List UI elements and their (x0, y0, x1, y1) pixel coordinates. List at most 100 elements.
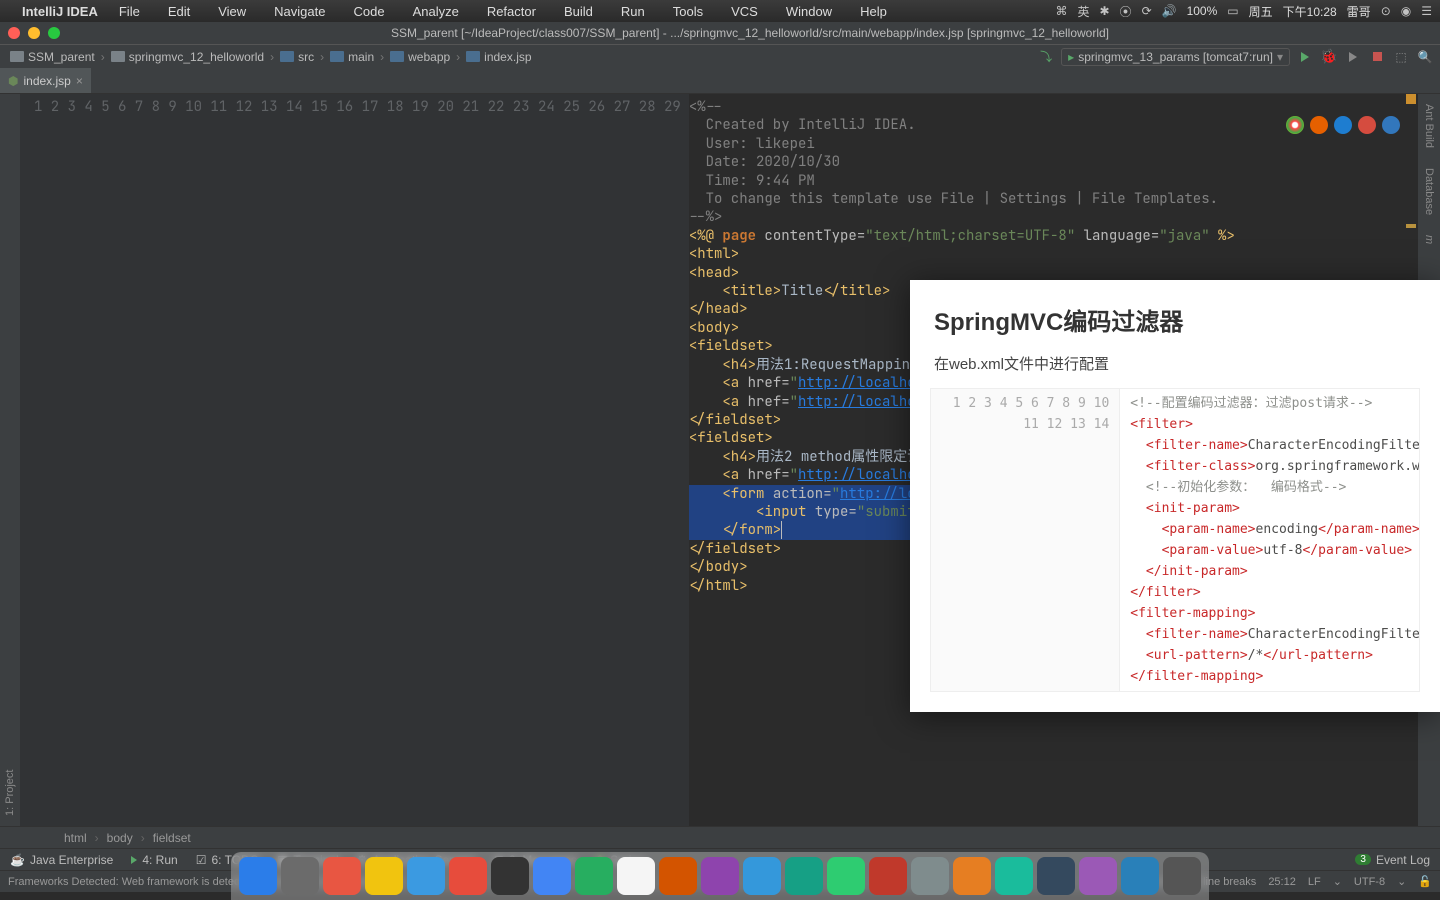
dock-app[interactable] (827, 857, 865, 895)
breadcrumb-item[interactable]: webapp (386, 50, 454, 64)
code-breadcrumb[interactable]: html› body› fieldset (0, 826, 1440, 848)
edge-icon[interactable] (1382, 116, 1400, 134)
run-coverage-button[interactable] (1344, 48, 1362, 66)
menu-icon: ☰ (1421, 4, 1432, 18)
menu-file[interactable]: File (112, 4, 147, 19)
dock-app[interactable] (995, 857, 1033, 895)
code-line[interactable]: <%-- (689, 98, 1418, 116)
safari-icon[interactable] (1334, 116, 1352, 134)
code-line[interactable]: User: likepei (689, 135, 1418, 153)
battery-icon: ▭ (1227, 4, 1238, 18)
dock-app[interactable] (743, 857, 781, 895)
update-button[interactable]: ⬚ (1392, 48, 1410, 66)
mac-menubar: IntelliJ IDEA File Edit View Navigate Code An… (0, 0, 1440, 22)
code-line[interactable]: To change this template use File | Setti… (689, 190, 1418, 208)
code-line[interactable]: <html> (689, 245, 1418, 263)
documentation-popup: SpringMVC编码过滤器 在web.xml文件中进行配置 1 2 3 4 5… (910, 280, 1440, 712)
dock-app[interactable] (323, 857, 361, 895)
breadcrumb-item[interactable]: springmvc_12_helloworld (107, 50, 268, 64)
breadcrumb: SSM_parent›springmvc_12_helloworld›src›m… (0, 44, 1440, 68)
line-gutter: 1 2 3 4 5 6 7 8 9 10 11 12 13 14 15 16 1… (20, 94, 689, 826)
code-line[interactable]: --%> (689, 208, 1418, 226)
breadcrumb-item[interactable]: src (276, 50, 318, 64)
maven-tool-button[interactable]: m (1423, 235, 1435, 244)
close-icon[interactable]: × (76, 74, 83, 88)
breadcrumb-item[interactable]: main (326, 50, 378, 64)
search-icon[interactable]: 🔍 (1416, 48, 1434, 66)
database-tool-button[interactable]: Database (1423, 168, 1435, 215)
dock-app[interactable] (239, 857, 277, 895)
menu-refactor[interactable]: Refactor (480, 4, 543, 19)
window-titlebar: SSM_parent [~/IdeaProject/class007/SSM_p… (0, 22, 1440, 44)
popup-title: SpringMVC编码过滤器 (910, 300, 1440, 349)
menu-vcs[interactable]: VCS (724, 4, 765, 19)
run-config-label: springmvc_13_params [tomcat7:run] (1078, 50, 1273, 64)
run-button[interactable] (1296, 48, 1314, 66)
run-config-select[interactable]: ▸ springmvc_13_params [tomcat7:run] ▾ (1061, 48, 1290, 66)
siri-icon: ◉ (1401, 4, 1411, 18)
left-tool-stripe[interactable]: 1: Project (0, 94, 20, 826)
dock-app[interactable] (1121, 857, 1159, 895)
dock-app[interactable] (1079, 857, 1117, 895)
caret-position: 25:12 (1268, 876, 1296, 888)
menu-view[interactable]: View (211, 4, 253, 19)
dock-app[interactable] (575, 857, 613, 895)
project-tool-button[interactable]: 1: Project (4, 770, 16, 816)
tab-label: index.jsp (23, 74, 70, 88)
editor-tabs: ⬢ index.jsp × (0, 68, 1440, 94)
dock-app[interactable] (617, 857, 655, 895)
dock-app[interactable] (869, 857, 907, 895)
file-encoding[interactable]: UTF-8 (1354, 876, 1385, 888)
menu-analyze[interactable]: Analyze (406, 4, 466, 19)
readonly-icon[interactable]: 🔓 (1418, 875, 1432, 888)
menu-build[interactable]: Build (557, 4, 600, 19)
dock-app[interactable] (785, 857, 823, 895)
dock-app[interactable] (533, 857, 571, 895)
code-line[interactable]: Time: 9:44 PM (689, 172, 1418, 190)
menu-run[interactable]: Run (614, 4, 652, 19)
dock-app[interactable] (701, 857, 739, 895)
ant-tool-button[interactable]: Ant Build (1423, 104, 1435, 148)
event-log-button[interactable]: 3 Event Log (1355, 853, 1430, 867)
menu-window[interactable]: Window (779, 4, 839, 19)
firefox-icon[interactable] (1310, 116, 1328, 134)
java-ee-tool[interactable]: ☕ Java Enterprise (10, 853, 113, 867)
dock-app[interactable] (1163, 857, 1201, 895)
tab-index-jsp[interactable]: ⬢ index.jsp × (0, 68, 92, 93)
dock-app[interactable] (491, 857, 529, 895)
build-icon[interactable]: ⤵ (1037, 48, 1055, 66)
debug-button[interactable]: 🐞 (1320, 48, 1338, 66)
dock-app[interactable] (659, 857, 697, 895)
menu-help[interactable]: Help (853, 4, 894, 19)
breadcrumb-item[interactable]: index.jsp (462, 50, 535, 64)
menu-navigate[interactable]: Navigate (267, 4, 332, 19)
menu-code[interactable]: Code (346, 4, 391, 19)
chrome-icon[interactable] (1286, 116, 1304, 134)
breadcrumb-item[interactable]: SSM_parent (6, 50, 99, 64)
popup-codeblock: 1 2 3 4 5 6 7 8 9 10 11 12 13 14 <!--配置编… (930, 388, 1420, 692)
dock-app[interactable] (407, 857, 445, 895)
stop-button[interactable] (1368, 48, 1386, 66)
close-icon[interactable] (8, 27, 20, 39)
opera-icon[interactable] (1358, 116, 1376, 134)
dock-app[interactable] (1037, 857, 1075, 895)
code-line[interactable]: <%@ page contentType="text/html;charset=… (689, 227, 1418, 245)
run-tool[interactable]: 4: Run (131, 853, 177, 867)
dock-app[interactable] (953, 857, 991, 895)
mac-dock[interactable] (231, 852, 1209, 900)
menu-tools[interactable]: Tools (666, 4, 710, 19)
wifi-icon[interactable]: ⌘ (1055, 4, 1067, 18)
dock-app[interactable] (911, 857, 949, 895)
dock-app[interactable] (449, 857, 487, 895)
browser-preview-icons (1286, 116, 1400, 134)
maximize-icon[interactable] (48, 27, 60, 39)
dock-app[interactable] (365, 857, 403, 895)
app-name[interactable]: IntelliJ IDEA (22, 4, 98, 19)
minimize-icon[interactable] (28, 27, 40, 39)
dock-app[interactable] (281, 857, 319, 895)
line-separator[interactable]: LF (1308, 876, 1321, 888)
code-line[interactable]: Date: 2020/10/30 (689, 153, 1418, 171)
popup-subtitle: 在web.xml文件中进行配置 (910, 349, 1440, 388)
menubar-status: ⌘ 英 ✱ ⦿ ⟳ 🔊 100% ▭ 周五 下午10:28 雷哥 ⊙ ◉ ☰ (1055, 3, 1432, 20)
menu-edit[interactable]: Edit (161, 4, 197, 19)
